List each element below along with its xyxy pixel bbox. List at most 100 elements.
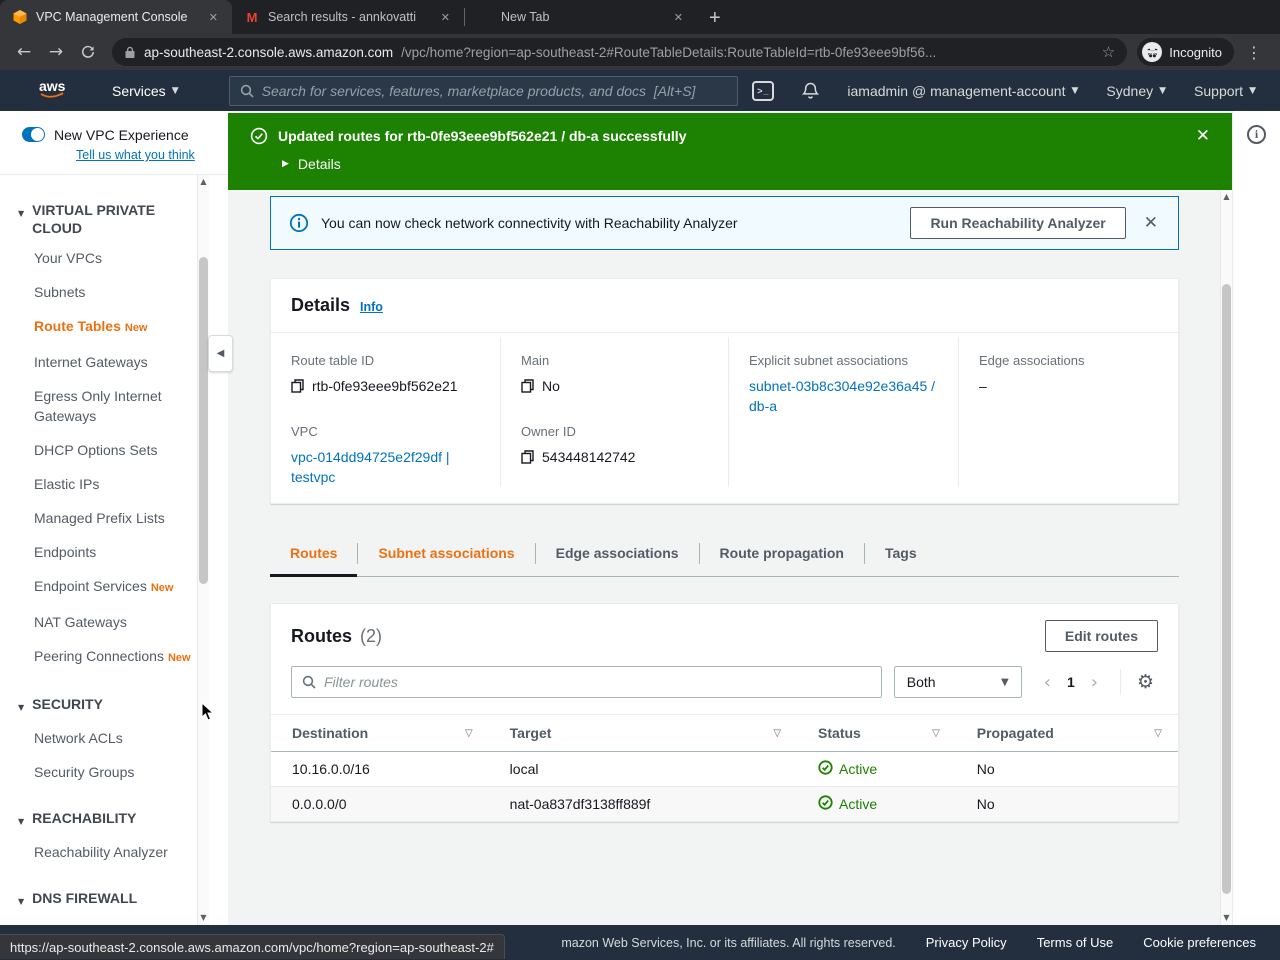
aws-logo[interactable]: aws (36, 77, 72, 104)
copy-icon[interactable] (291, 378, 305, 398)
sidebar-item-rule-groups[interactable]: Rule GroupsNew (0, 915, 228, 925)
main-scrollbar[interactable]: ▲ ▼ (1220, 190, 1232, 925)
global-search[interactable] (228, 75, 739, 106)
alert-close-icon[interactable]: ✕ (1138, 213, 1164, 233)
edit-routes-button[interactable]: Edit routes (1044, 620, 1158, 652)
tab-routes[interactable]: Routes (270, 531, 358, 577)
sidebar-item-egress-only-internet-gateways[interactable]: Egress Only Internet Gateways (0, 379, 228, 433)
sidebar-item-endpoint-services[interactable]: Endpoint Services New (0, 569, 228, 605)
flashbar-details-expander[interactable]: ▶ Details (282, 156, 1214, 172)
sidebar-item-peering-connections[interactable]: Peering Connections New (0, 639, 228, 675)
support-menu[interactable]: Support ▼ (1180, 83, 1280, 99)
prev-page-icon[interactable]: ‹ (1044, 672, 1051, 693)
url-bar[interactable]: ap-southeast-2.console.aws.amazon.com/vp… (112, 38, 1128, 66)
browser-menu-icon[interactable]: ⋮ (1238, 43, 1270, 62)
scroll-down-icon[interactable]: ▼ (1223, 911, 1229, 925)
column-header-target[interactable]: Target ▽ (488, 714, 798, 752)
sidebar-section-title[interactable]: ▼ SECURITY (0, 691, 228, 721)
detail-field-value-link[interactable]: subnet-03b8c304e92e36a45 / db-a (749, 376, 938, 416)
cell-destination: 0.0.0.0/0 (271, 786, 489, 821)
search-icon (302, 675, 316, 689)
sidebar-item-nat-gateways[interactable]: NAT Gateways (0, 605, 228, 639)
scope-select[interactable]: Both ▼ (893, 666, 1022, 698)
forward-icon[interactable]: → (42, 38, 70, 66)
next-page-icon[interactable]: › (1091, 672, 1098, 693)
sort-icon[interactable]: ▽ (1154, 728, 1162, 739)
table-row[interactable]: 10.16.0.0/16 local Active No (271, 751, 1178, 787)
column-header-label: Status (818, 725, 861, 741)
details-info-link[interactable]: Info (360, 300, 383, 314)
new-tab-button[interactable]: + (697, 7, 733, 30)
table-row[interactable]: 0.0.0.0/0 nat-0a837df3138ff889f Active No (271, 786, 1178, 821)
footer-link-terms-of-use[interactable]: Terms of Use (1037, 935, 1114, 950)
feedback-link[interactable]: Tell us what you think (76, 148, 228, 162)
footer-link-cookie-preferences[interactable]: Cookie preferences (1143, 935, 1256, 950)
services-menu[interactable]: Services ▼ (98, 70, 193, 111)
flashbar-close-icon[interactable]: ✕ (1192, 126, 1214, 146)
sort-icon[interactable]: ▽ (773, 728, 781, 739)
sidebar-item-network-acls[interactable]: Network ACLs (0, 721, 228, 755)
sidebar-item-internet-gateways[interactable]: Internet Gateways (0, 345, 228, 379)
sidebar-item-subnets[interactable]: Subnets (0, 275, 228, 309)
refresh-icon[interactable] (74, 38, 102, 66)
filter-routes-input[interactable] (324, 674, 871, 690)
cloudshell-button[interactable]: >_ (738, 80, 788, 101)
region-menu[interactable]: Sydney ▼ (1092, 83, 1180, 99)
tab-close-icon[interactable]: ✕ (205, 9, 222, 26)
detail-field: Owner ID 543448142742 (521, 424, 708, 469)
column-header-propagated[interactable]: Propagated ▽ (955, 714, 1178, 752)
new-vpc-experience-toggle[interactable] (22, 127, 45, 142)
detail-field-value-link[interactable]: vpc-014dd94725e2f29df | testvpc (291, 447, 480, 487)
cell-status: Active (797, 786, 956, 821)
scroll-up-icon[interactable]: ▲ (200, 175, 206, 189)
browser-tab[interactable]: VPC Management Console ✕ (0, 0, 232, 34)
browser-tab[interactable]: New Tab ✕ (465, 0, 697, 34)
sidebar-item-managed-prefix-lists[interactable]: Managed Prefix Lists (0, 501, 228, 535)
sidebar-item-security-groups[interactable]: Security Groups (0, 755, 228, 789)
run-reachability-analyzer-button[interactable]: Run Reachability Analyzer (910, 207, 1126, 239)
sidebar-item-reachability-analyzer[interactable]: Reachability Analyzer (0, 835, 228, 869)
sidebar-section-title[interactable]: ▼ VIRTUAL PRIVATE CLOUD (0, 197, 228, 241)
account-menu[interactable]: iamadmin @ management-account ▼ (833, 83, 1092, 99)
tab-close-icon[interactable]: ✕ (437, 9, 454, 26)
sidebar-section-title[interactable]: ▼ REACHABILITY (0, 805, 228, 835)
global-search-input[interactable] (261, 82, 728, 99)
sidebar-item-route-tables[interactable]: Route Tables New (0, 309, 228, 345)
back-icon[interactable]: ← (10, 38, 38, 66)
sidebar-collapse-button[interactable]: ◀ (208, 335, 233, 372)
copy-icon[interactable] (521, 378, 535, 398)
scroll-up-icon[interactable]: ▲ (1223, 190, 1229, 204)
sidebar-section-title[interactable]: ▼ DNS FIREWALL (0, 885, 228, 915)
tab-route-propagation[interactable]: Route propagation (700, 531, 864, 576)
sidebar-scrollbar[interactable]: ▲ ▼ (197, 175, 209, 925)
filter-routes-box[interactable] (291, 666, 882, 698)
sidebar-item-endpoints[interactable]: Endpoints (0, 535, 228, 569)
column-header-status[interactable]: Status ▽ (797, 714, 956, 752)
tab-tags[interactable]: Tags (865, 531, 937, 576)
sidebar-item-elastic-ips[interactable]: Elastic IPs (0, 467, 228, 501)
browser-toolbar: ← → ap-southeast-2.console.aws.amazon.co… (0, 34, 1280, 70)
browser-tab[interactable]: M Search results - annkovatti ✕ (232, 0, 464, 34)
sort-icon[interactable]: ▽ (932, 728, 940, 739)
cell-target-link[interactable]: nat-0a837df3138ff889f (488, 786, 798, 821)
tab-edge-associations[interactable]: Edge associations (536, 531, 699, 576)
sidebar-item-dhcp-options-sets[interactable]: DHCP Options Sets (0, 433, 228, 467)
sidebar-item-your-vpcs[interactable]: Your VPCs (0, 241, 228, 275)
notifications-button[interactable] (788, 82, 833, 100)
scroll-down-icon[interactable]: ▼ (200, 911, 206, 925)
help-info-icon[interactable]: i (1247, 125, 1266, 144)
incognito-label: Incognito (1169, 44, 1222, 60)
table-settings-gear-icon[interactable]: ⚙ (1133, 671, 1158, 693)
sort-icon[interactable]: ▽ (465, 728, 473, 739)
sidebar-item-label: Your VPCs (34, 250, 102, 266)
success-check-icon (250, 127, 268, 145)
bookmark-star-icon[interactable]: ☆ (1102, 43, 1115, 61)
footer-link-privacy-policy[interactable]: Privacy Policy (926, 935, 1007, 950)
tab-close-icon[interactable]: ✕ (670, 9, 687, 26)
incognito-badge: Incognito (1137, 38, 1234, 66)
column-header-destination[interactable]: Destination ▽ (271, 714, 489, 752)
tab-subnet-associations[interactable]: Subnet associations (358, 531, 534, 576)
sidebar-item-label: Route Tables (34, 318, 121, 334)
chevron-down-icon: ▼ (18, 817, 25, 826)
copy-icon[interactable] (521, 449, 535, 469)
